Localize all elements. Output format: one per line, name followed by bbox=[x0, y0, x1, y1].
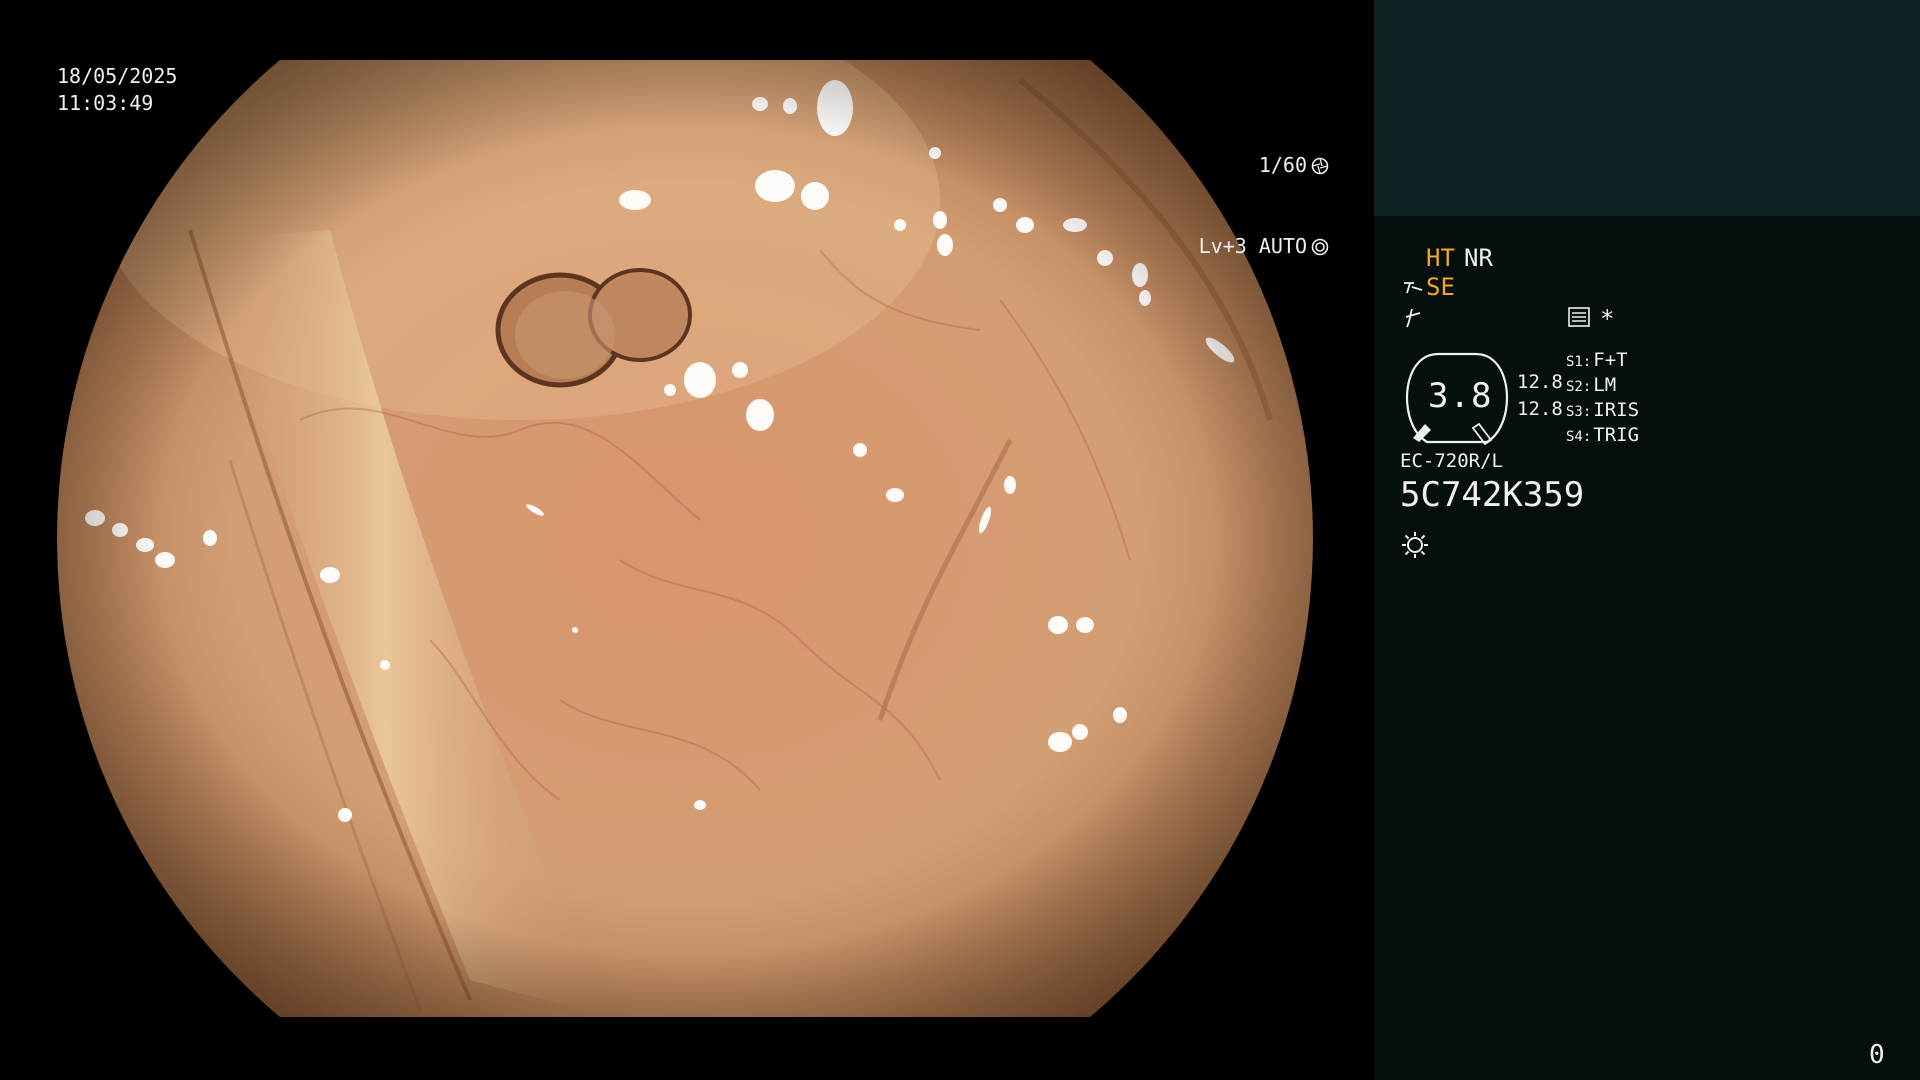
exposure-readout: 1/60 Lv+3 AUTO bbox=[1199, 98, 1329, 314]
switch-3-key: S3: bbox=[1566, 404, 1592, 420]
switch-1-row: S1: F+T bbox=[1566, 349, 1628, 371]
switch-4-value: TRIG bbox=[1593, 424, 1640, 446]
endoscopic-image bbox=[57, 60, 1313, 1017]
structure-enhancement-indicator: SE bbox=[1426, 273, 1455, 301]
switch-4-key: S4: bbox=[1566, 429, 1592, 445]
switch-2-row: S2: LM bbox=[1566, 374, 1616, 396]
hemoglobin-tone-indicator: HT bbox=[1426, 244, 1455, 272]
zoom-value: 3.8 bbox=[1428, 376, 1493, 416]
scope-model-text: EC-720R/L bbox=[1400, 450, 1503, 472]
menu-icon bbox=[1568, 307, 1590, 327]
side-value-1: 12.8 bbox=[1517, 371, 1563, 393]
info-panel-header bbox=[1374, 0, 1920, 216]
side-value-2: 12.8 bbox=[1517, 398, 1563, 420]
switch-1-value: F+T bbox=[1593, 349, 1628, 371]
switch-2-value: LM bbox=[1593, 374, 1617, 396]
asterisk-indicator: * bbox=[1600, 305, 1615, 333]
noise-reduction-indicator: NR bbox=[1464, 244, 1493, 272]
aperture-icon bbox=[1311, 157, 1329, 174]
shutter-speed-text: 1/60 bbox=[1258, 153, 1307, 177]
structure-enhancement-row: SE bbox=[1402, 273, 1455, 301]
auto-iris-icon bbox=[1311, 238, 1329, 255]
endoscopy-monitor: 18/05/2025 11:03:49 1/60 Lv+3 AUTO HT NR bbox=[0, 0, 1920, 1080]
switch-3-value: IRIS bbox=[1593, 399, 1640, 421]
light-source-icon bbox=[1402, 532, 1428, 558]
image-counter: 0 bbox=[1869, 1040, 1885, 1070]
scope-serial-text: 5C742K359 bbox=[1400, 475, 1585, 515]
endoscope-viewport: 18/05/2025 11:03:49 1/60 Lv+3 AUTO bbox=[0, 0, 1374, 1080]
switch-3-row: S3: IRIS bbox=[1566, 399, 1639, 421]
date-text: 18/05/2025 bbox=[57, 64, 178, 88]
switch-2-key: S2: bbox=[1566, 379, 1592, 395]
switch-1-key: S1: bbox=[1566, 354, 1592, 370]
structure-enhancement-icon bbox=[1404, 282, 1423, 294]
datetime-readout: 18/05/2025 11:03:49 bbox=[57, 63, 177, 117]
info-panel: HT NR SE * 3.8 12.8 12.8 S1: F+T S2: LM … bbox=[1374, 0, 1920, 1080]
brightness-level-text: Lv+3 AUTO bbox=[1198, 234, 1307, 258]
switch-4-row: S4: TRIG bbox=[1566, 424, 1639, 446]
edge-icon bbox=[1405, 308, 1421, 328]
time-text: 11:03:49 bbox=[57, 91, 154, 115]
